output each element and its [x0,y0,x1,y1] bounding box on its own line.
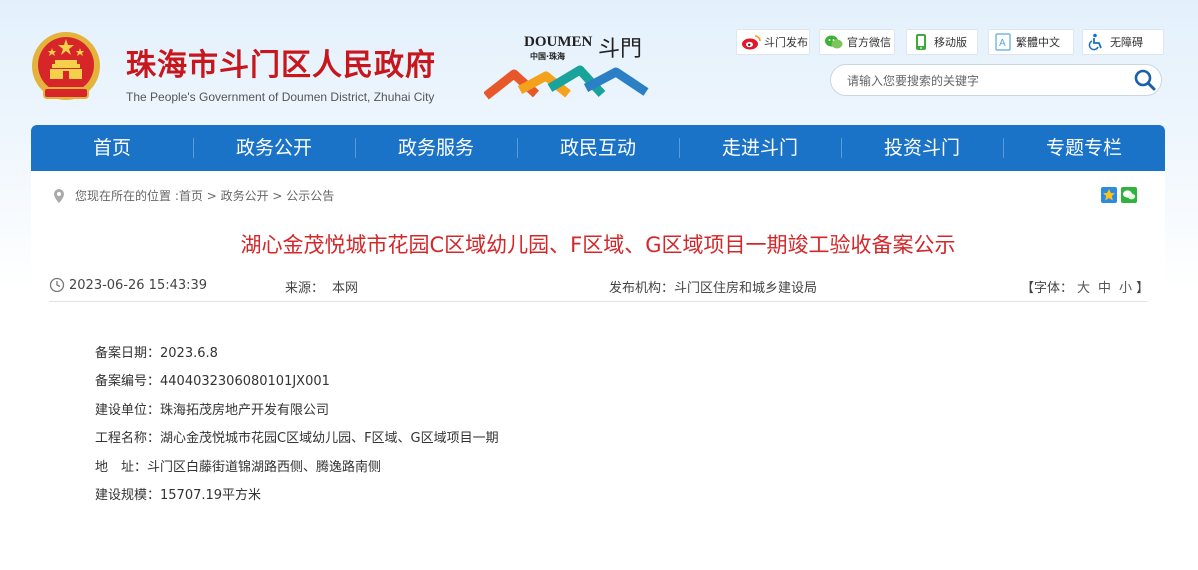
source-value: 本网 [332,281,359,296]
field-project-name: 工程名称：湖心金茂悦城市花园C区域幼儿园、F区域、G区域项目一期 [95,431,499,447]
clock-icon [49,277,65,293]
publisher-label: 发布机构： [609,281,675,296]
publish-datetime-text: 2023-06-26 15:43:39 [69,277,208,293]
source-label: 来源： [285,281,325,296]
nav-item-gov-services[interactable]: 政务服务 [355,125,517,171]
search-input[interactable] [845,65,1129,97]
site-subtitle: The People's Government of Doumen Distri… [126,90,435,104]
breadcrumb-prefix: 您现在所在的位置 : [75,189,179,203]
wechat-share-icon[interactable] [1121,187,1137,203]
location-pin-icon [54,188,64,203]
top-link-traditional-chinese[interactable]: A 繁體中文 [988,29,1074,55]
svg-text:A: A [999,38,1006,49]
top-link-wechat[interactable]: 官方微信 [819,29,895,55]
breadcrumb-home[interactable]: 首页 [179,187,203,204]
article-publisher: 发布机构： 斗门区住房和城乡建设局 [609,277,817,296]
field-record-number: 备案编号：4404032306080101JX001 [95,374,330,390]
breadcrumb-separator: > [202,188,221,203]
top-link-label: 无障碍 [1110,36,1143,49]
nav-item-home[interactable]: 首页 [31,125,193,171]
doumen-brand-logo: DOUMEN 中国·珠海 斗門 [484,34,649,100]
nav-item-gov-affairs-open[interactable]: 政务公开 [193,125,355,171]
top-link-label: 斗门发布 [764,36,808,49]
breadcrumb-public-notice[interactable]: 公示公告 [286,187,334,204]
top-link-label: 官方微信 [847,36,891,49]
mobile-icon [916,34,926,50]
logo-cn-large-text: 斗門 [598,37,642,62]
font-size-small[interactable]: 小 [1119,277,1132,296]
logo-latin-text: DOUMEN [524,34,592,50]
top-link-label: 移动版 [934,36,967,49]
article-body: 备案日期：2023.6.8 备案编号：4404032306080101JX001… [95,340,499,510]
breadcrumb: 您现在所在的位置 : 首页 > 政务公开 > 公示公告 [53,187,334,204]
top-link-mobile[interactable]: 移动版 [906,29,978,55]
logo-cn-small-text: 中国·珠海 [530,51,565,61]
traditional-chinese-icon: A [995,33,1011,51]
search-box [830,64,1162,97]
search-icon[interactable] [1131,66,1159,94]
nav-item-invest-doumen[interactable]: 投资斗门 [841,125,1003,171]
share-bar [1101,187,1137,203]
publisher-value: 斗门区住房和城乡建设局 [674,281,818,296]
weibo-icon [742,35,761,50]
wechat-icon [825,35,843,49]
field-construction-unit: 建设单位：珠海拓茂房地产开发有限公司 [95,402,330,418]
field-construction-scale: 建设规模：15707.19平方米 [95,487,262,503]
font-size-medium[interactable]: 中 [1098,277,1111,296]
main-nav: 首页 政务公开 政务服务 政民互动 走进斗门 投资斗门 专题专栏 [31,125,1165,171]
field-address: 地 址：斗门区白藤街道锦湖路西侧、腾逸路南侧 [95,459,382,475]
font-size-large[interactable]: 大 [1077,277,1090,296]
field-record-date: 备案日期：2023.6.8 [95,346,218,361]
breadcrumb-separator: > [268,188,287,203]
nav-item-interaction[interactable]: 政民互动 [517,125,679,171]
nav-item-about-doumen[interactable]: 走进斗门 [679,125,841,171]
article-title: 湖心金茂悦城市花园C区域幼儿园、F区域、G区域项目一期竣工验收备案公示 [240,233,956,257]
article-meta-bar: 2023-06-26 15:43:39 来源： 本网 发布机构： 斗门区住房和城… [49,272,1149,302]
breadcrumb-gov-affairs-open[interactable]: 政务公开 [221,187,269,204]
nav-item-special-topics[interactable]: 专题专栏 [1003,125,1165,171]
national-emblem-icon [32,32,100,100]
top-link-accessibility[interactable]: 无障碍 [1082,29,1164,55]
article-source: 来源： 本网 [285,277,358,296]
qzone-icon[interactable] [1101,187,1117,203]
font-size-control: 【字体： 大 中 小 】 [1021,277,1149,296]
font-size-close: 】 [1136,281,1150,296]
accessibility-icon [1088,33,1102,51]
site-title[interactable]: 珠海市斗门区人民政府 [126,40,436,84]
top-link-label: 繁體中文 [1016,36,1060,49]
publish-datetime: 2023-06-26 15:43:39 [49,277,207,293]
top-link-weibo[interactable]: 斗门发布 [736,29,810,55]
font-size-label: 【字体： [1021,281,1074,296]
